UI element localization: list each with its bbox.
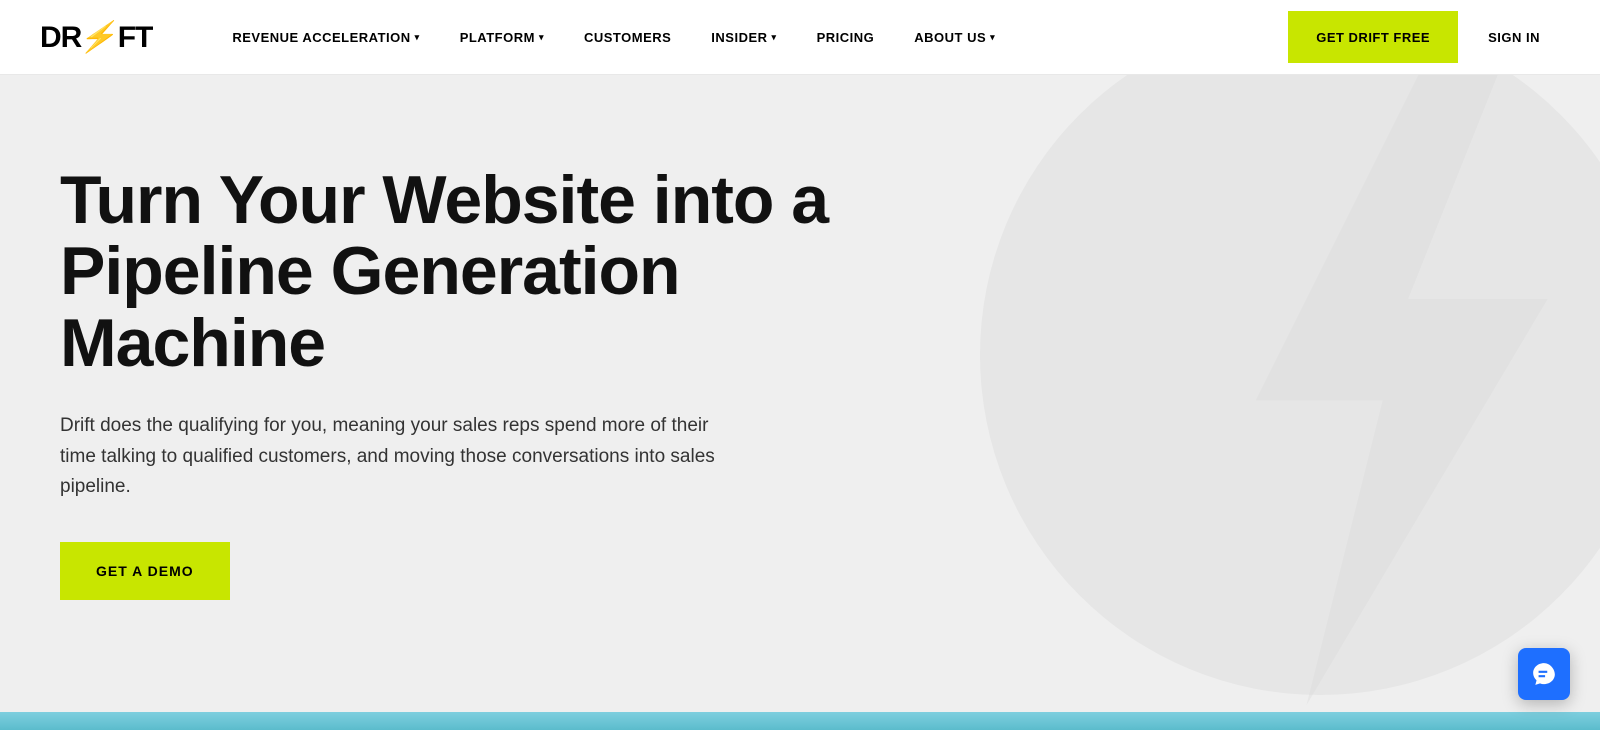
nav-item-about-us[interactable]: ABOUT US ▾ bbox=[894, 0, 1015, 75]
hero-background bbox=[900, 75, 1600, 730]
nav-item-revenue-acceleration[interactable]: REVENUE ACCELERATION ▾ bbox=[212, 0, 439, 75]
navbar: DR⚡FT REVENUE ACCELERATION ▾ PLATFORM ▾ … bbox=[0, 0, 1600, 75]
chevron-down-icon: ▾ bbox=[772, 32, 777, 43]
nav-item-insider[interactable]: INSIDER ▾ bbox=[691, 0, 796, 75]
chevron-down-icon: ▾ bbox=[990, 32, 995, 43]
nav-item-pricing[interactable]: PRICING bbox=[797, 0, 895, 75]
get-drift-free-button[interactable]: GET DRIFT FREE bbox=[1288, 11, 1458, 63]
nav-item-platform[interactable]: PLATFORM ▾ bbox=[440, 0, 564, 75]
nav-links: REVENUE ACCELERATION ▾ PLATFORM ▾ CUSTOM… bbox=[212, 0, 1288, 75]
nav-actions: GET DRIFT FREE SIGN IN bbox=[1288, 11, 1560, 63]
get-demo-button[interactable]: GET A DEMO bbox=[60, 542, 230, 600]
logo-text: DR⚡FT bbox=[40, 20, 152, 55]
hero-bolt-decoration bbox=[1120, 75, 1600, 705]
logo[interactable]: DR⚡FT bbox=[40, 20, 152, 55]
hero-subtext: Drift does the qualifying for you, meani… bbox=[60, 411, 740, 502]
chevron-down-icon: ▾ bbox=[539, 32, 544, 43]
chevron-down-icon: ▾ bbox=[415, 32, 420, 43]
bottom-accent-bar bbox=[0, 712, 1600, 730]
nav-item-customers[interactable]: CUSTOMERS bbox=[564, 0, 691, 75]
hero-heading: Turn Your Website into a Pipeline Genera… bbox=[60, 165, 880, 379]
hero-content: Turn Your Website into a Pipeline Genera… bbox=[60, 165, 880, 600]
sign-in-button[interactable]: SIGN IN bbox=[1468, 11, 1560, 63]
chat-icon bbox=[1531, 661, 1557, 687]
hero-section: Turn Your Website into a Pipeline Genera… bbox=[0, 75, 1600, 730]
chat-bubble-button[interactable] bbox=[1518, 648, 1570, 700]
